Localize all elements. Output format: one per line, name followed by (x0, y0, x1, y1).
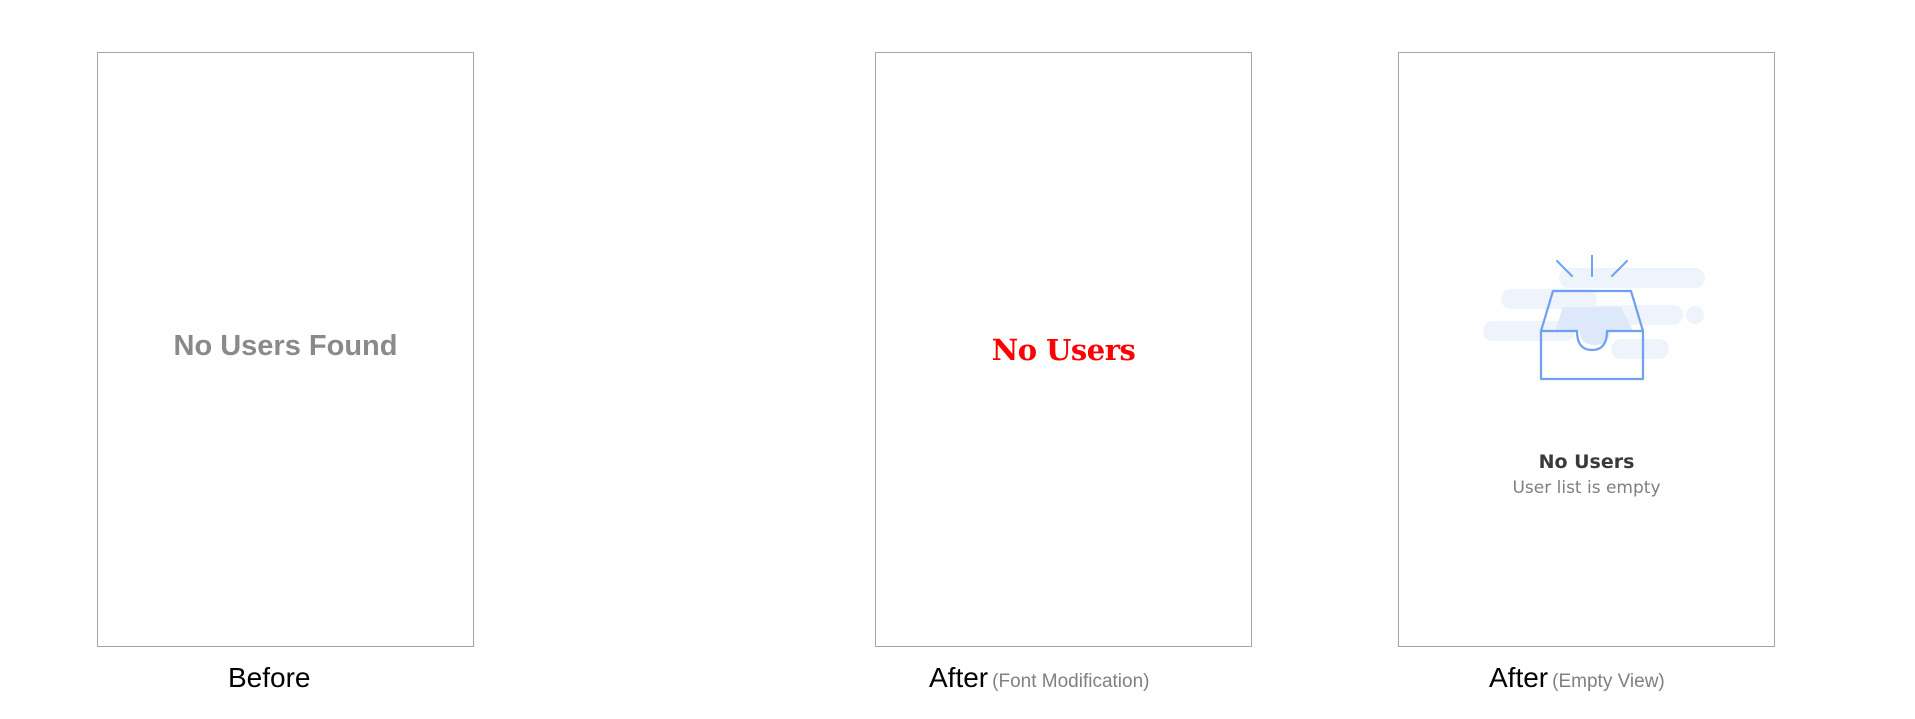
caption-font-note: (Font Modification) (992, 671, 1150, 692)
sparkle-rays (1556, 255, 1628, 277)
empty-title: No Users (1538, 451, 1635, 473)
empty-view-phone-frame: No Users User list is empty (1398, 52, 1775, 647)
caption-before-label: Before (228, 662, 311, 693)
caption-font-modification: After (Font Modification) (929, 662, 1149, 694)
no-users-message: No Users (991, 333, 1136, 367)
empty-inbox-icon (1483, 255, 1705, 381)
before-phone-frame: No Users Found (97, 52, 474, 647)
empty-subtitle: User list is empty (1512, 478, 1661, 498)
font-modification-phone-frame: No Users (875, 52, 1252, 647)
no-users-found-message: No Users Found (173, 330, 398, 362)
caption-font-label: After (929, 662, 989, 693)
caption-before: Before (228, 662, 311, 694)
caption-empty-view: After (Empty View) (1489, 662, 1665, 694)
caption-empty-note: (Empty View) (1552, 671, 1665, 692)
caption-empty-label: After (1489, 662, 1549, 693)
